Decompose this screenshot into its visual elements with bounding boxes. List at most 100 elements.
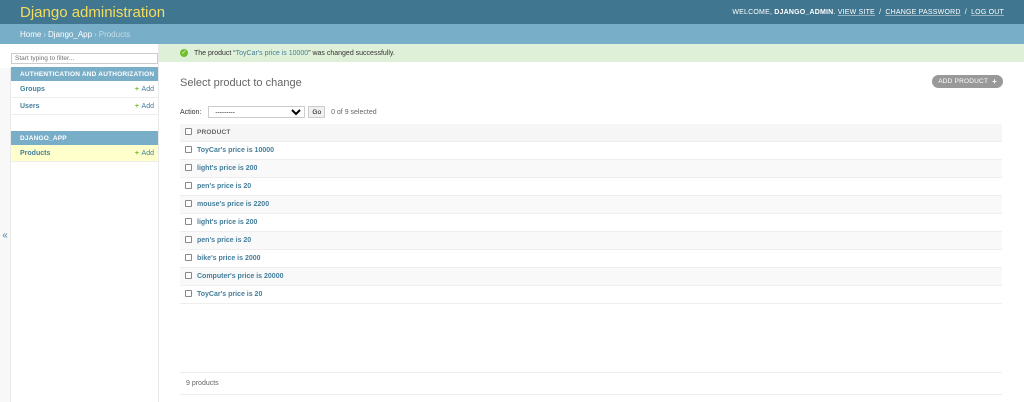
nav-sidebar: « AUTHENTICATION AND AUTHORIZATION Group… xyxy=(0,44,159,402)
row-checkbox[interactable] xyxy=(185,217,192,225)
product-link[interactable]: light's price is 200 xyxy=(197,219,257,226)
add-label: Add xyxy=(141,102,154,110)
message-suffix: ” was changed successfully. xyxy=(308,49,395,57)
product-cell: light's price is 200 xyxy=(196,213,1002,232)
product-cell: mouse's price is 2200 xyxy=(196,195,1002,214)
add-group-link[interactable]: + Add xyxy=(135,86,154,93)
product-link[interactable]: ToyCar's price is 10000 xyxy=(197,147,274,154)
result-table: PRODUCT ToyCar's price is 10000 light's … xyxy=(180,124,1002,304)
row-checkbox[interactable] xyxy=(185,289,192,297)
double-chevron-left-icon: « xyxy=(2,229,8,241)
module-auth: AUTHENTICATION AND AUTHORIZATION Groups … xyxy=(11,67,158,115)
product-link[interactable]: bike's price is 2000 xyxy=(197,255,261,262)
select-all-checkbox[interactable] xyxy=(185,127,192,135)
product-cell: Computer's price is 20000 xyxy=(196,267,1002,286)
table-row: mouse's price is 2200 xyxy=(180,195,1002,214)
table-row: Computer's price is 20000 xyxy=(180,267,1002,286)
users-link[interactable]: Users xyxy=(20,103,39,110)
product-cell: light's price is 200 xyxy=(196,159,1002,178)
module-django-app: DJANGO_APP Products + Add xyxy=(11,131,158,162)
breadcrumb: Home › Django_App › Products xyxy=(0,24,1024,44)
module-caption-auth[interactable]: AUTHENTICATION AND AUTHORIZATION xyxy=(11,67,158,81)
row-checkbox-cell xyxy=(180,285,196,304)
row-checkbox-cell xyxy=(180,177,196,196)
row-checkbox[interactable] xyxy=(185,253,192,261)
add-label: Add xyxy=(141,85,154,93)
change-password-link[interactable]: CHANGE PASSWORD xyxy=(885,9,960,16)
row-checkbox[interactable] xyxy=(185,181,192,189)
actions-bar: Action: --------- Go 0 of 9 selected xyxy=(180,106,377,118)
breadcrumb-separator: › xyxy=(43,29,47,39)
table-row: ToyCar's price is 10000 xyxy=(180,141,1002,160)
product-cell: pen's price is 20 xyxy=(196,231,1002,250)
plus-icon: + xyxy=(134,102,139,110)
sidebar-item-products: Products + Add xyxy=(11,145,158,162)
row-checkbox[interactable] xyxy=(185,235,192,243)
row-checkbox[interactable] xyxy=(185,271,192,279)
check-circle-icon: ✓ xyxy=(180,49,188,57)
row-checkbox-cell xyxy=(180,231,196,250)
toggle-sidebar-button[interactable]: « xyxy=(0,68,11,402)
content-area: ✓ The product “ToyCar's price is 10000” … xyxy=(159,44,1024,402)
header-bar: Django administration WELCOME, DJANGO_AD… xyxy=(0,0,1024,24)
product-cell: ToyCar's price is 20 xyxy=(196,285,1002,304)
go-button[interactable]: Go xyxy=(308,106,326,118)
user-tools: WELCOME, DJANGO_ADMIN. VIEW SITE / CHANG… xyxy=(732,8,1004,16)
breadcrumb-app-link[interactable]: Django_App xyxy=(48,30,92,39)
add-product-label: ADD PRODUCT xyxy=(938,78,989,85)
sidebar-item-groups: Groups + Add xyxy=(11,81,158,98)
row-checkbox[interactable] xyxy=(185,163,192,171)
table-row: bike's price is 2000 xyxy=(180,249,1002,268)
product-cell: pen's price is 20 xyxy=(196,177,1002,196)
username: DJANGO_ADMIN xyxy=(774,8,834,16)
product-link[interactable]: mouse's price is 2200 xyxy=(197,201,269,208)
breadcrumb-home-link[interactable]: Home xyxy=(20,30,41,39)
main-layout: « AUTHENTICATION AND AUTHORIZATION Group… xyxy=(0,44,1024,402)
message-product-link[interactable]: ToyCar's price is 10000 xyxy=(236,50,309,57)
table-row: pen's price is 20 xyxy=(180,177,1002,196)
site-name-link[interactable]: Django administration xyxy=(20,4,165,21)
nav-filter-input[interactable] xyxy=(11,53,158,64)
breadcrumb-separator: › xyxy=(94,29,97,39)
selection-counter: 0 of 9 selected xyxy=(331,108,377,116)
product-link[interactable]: light's price is 200 xyxy=(197,165,257,172)
separator: / xyxy=(964,8,967,16)
product-link[interactable]: pen's price is 20 xyxy=(197,183,251,190)
add-label: Add xyxy=(141,149,154,157)
select-all-cell xyxy=(180,124,196,142)
row-checkbox-cell xyxy=(180,141,196,160)
action-label: Action: xyxy=(180,108,202,116)
table-row: light's price is 200 xyxy=(180,213,1002,232)
breadcrumb-current: Products xyxy=(98,29,131,39)
plus-icon: + xyxy=(134,149,139,157)
action-select[interactable]: --------- xyxy=(208,106,306,118)
product-cell: ToyCar's price is 10000 xyxy=(196,141,1002,160)
row-checkbox-cell xyxy=(180,213,196,232)
table-header-row: PRODUCT xyxy=(180,124,1002,142)
sidebar-item-users: Users + Add xyxy=(11,98,158,115)
table-row: light's price is 200 xyxy=(180,159,1002,178)
add-product-button[interactable]: ADD PRODUCT + xyxy=(932,75,1003,88)
row-checkbox[interactable] xyxy=(185,145,192,153)
table-row: ToyCar's price is 20 xyxy=(180,285,1002,304)
module-caption-django-app[interactable]: DJANGO_APP xyxy=(11,131,158,145)
plus-icon: + xyxy=(992,77,997,86)
products-link[interactable]: Products xyxy=(20,150,50,157)
product-link[interactable]: pen's price is 20 xyxy=(197,237,251,244)
success-message: ✓ The product “ToyCar's price is 10000” … xyxy=(159,44,1024,62)
message-prefix: The product “ xyxy=(194,49,236,57)
row-checkbox-cell xyxy=(180,249,196,268)
row-checkbox[interactable] xyxy=(185,199,192,207)
view-site-link[interactable]: VIEW SITE xyxy=(838,9,875,16)
groups-link[interactable]: Groups xyxy=(20,86,45,93)
log-out-link[interactable]: LOG OUT xyxy=(971,9,1004,16)
add-product-sidebar-link[interactable]: + Add xyxy=(135,150,154,157)
column-header-product[interactable]: PRODUCT xyxy=(196,124,1002,142)
row-checkbox-cell xyxy=(180,195,196,214)
row-checkbox-cell xyxy=(180,159,196,178)
plus-icon: + xyxy=(134,85,139,93)
add-user-link[interactable]: + Add xyxy=(135,103,154,110)
product-link[interactable]: ToyCar's price is 20 xyxy=(197,291,262,298)
product-link[interactable]: Computer's price is 20000 xyxy=(197,273,283,280)
paginator: 9 products xyxy=(180,372,1002,395)
